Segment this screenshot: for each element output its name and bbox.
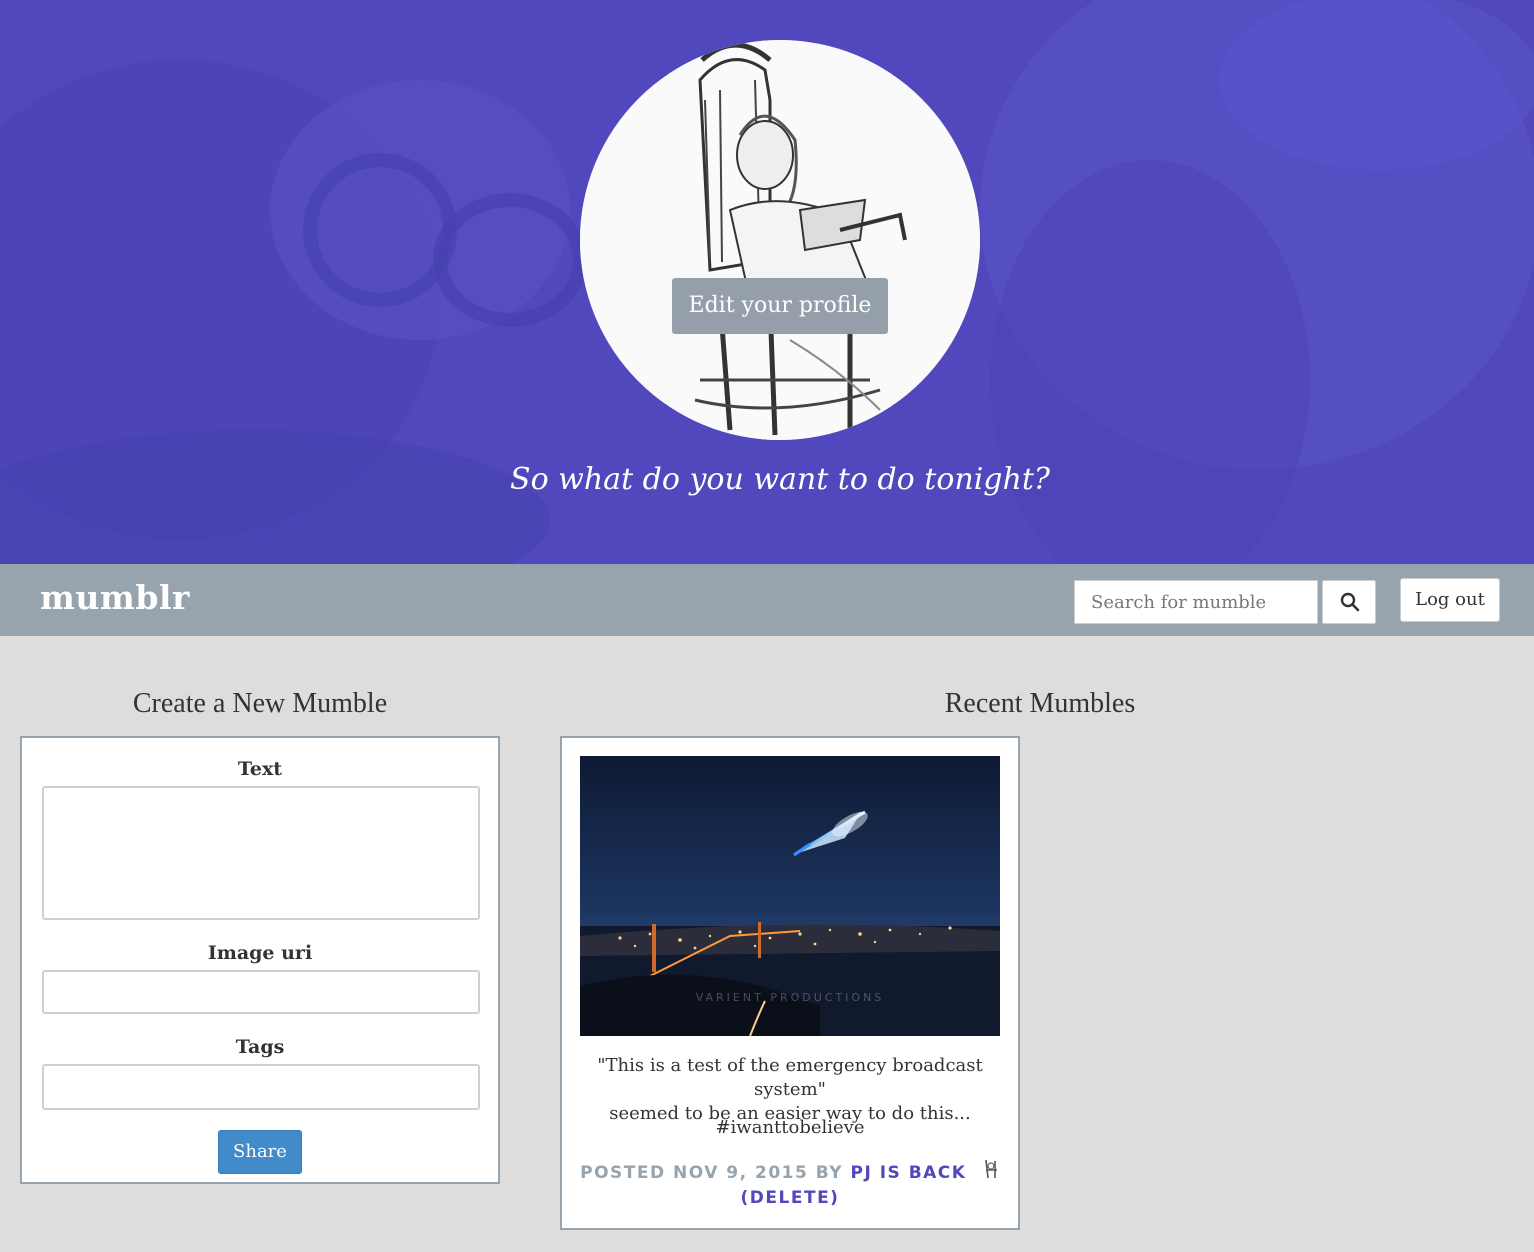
brand-logo[interactable]: mumblr [40, 578, 190, 617]
posted-date: POSTED NOV 9, 2015 BY [580, 1163, 844, 1183]
logout-button[interactable]: Log out [1400, 578, 1500, 622]
recent-mumbles-heading: Recent Mumbles [944, 688, 1136, 719]
mumble-text: "This is a test of the emergency broadca… [562, 1054, 1018, 1126]
profile-avatar[interactable] [580, 40, 980, 440]
create-mumble-heading: Create a New Mumble [132, 688, 388, 719]
search-icon [1340, 592, 1360, 612]
mumble-meta: POSTED NOV 9, 2015 BY PJ IS BACK (DELETE… [562, 1158, 1018, 1211]
profile-tagline: So what do you want to do tonight? [510, 462, 1050, 497]
profile-hero: Edit your profile So what do you want to… [0, 0, 1534, 564]
delete-link[interactable]: (DELETE) [741, 1188, 840, 1208]
tags-field[interactable] [42, 1064, 480, 1110]
image-uri-label: Image uri [207, 942, 313, 964]
navbar: mumblr Log out [0, 564, 1534, 636]
author-link[interactable]: PJ IS BACK [851, 1163, 967, 1183]
edit-profile-button[interactable]: Edit your profile [672, 278, 888, 334]
text-label: Text [237, 758, 283, 780]
search-input[interactable] [1074, 580, 1318, 624]
image-watermark: VARIENT PRODUCTIONS [696, 991, 885, 1004]
tags-label: Tags [235, 1036, 285, 1058]
share-button[interactable]: Share [218, 1130, 302, 1174]
image-uri-field[interactable] [42, 970, 480, 1014]
author-avatar-icon [981, 1158, 1000, 1182]
text-field[interactable] [42, 786, 480, 920]
search-button[interactable] [1322, 580, 1376, 624]
mumble-card: VARIENT PRODUCTIONS "This is a test of t… [560, 736, 1020, 1230]
mumble-tags[interactable]: #iwanttobelieve [562, 1117, 1018, 1138]
avatar-illustration [580, 40, 980, 440]
create-mumble-form: Text Image uri Tags Share [20, 736, 500, 1184]
mumble-text-line: "This is a test of the emergency broadca… [597, 1055, 983, 1100]
mumble-image[interactable]: VARIENT PRODUCTIONS [580, 756, 1000, 1036]
